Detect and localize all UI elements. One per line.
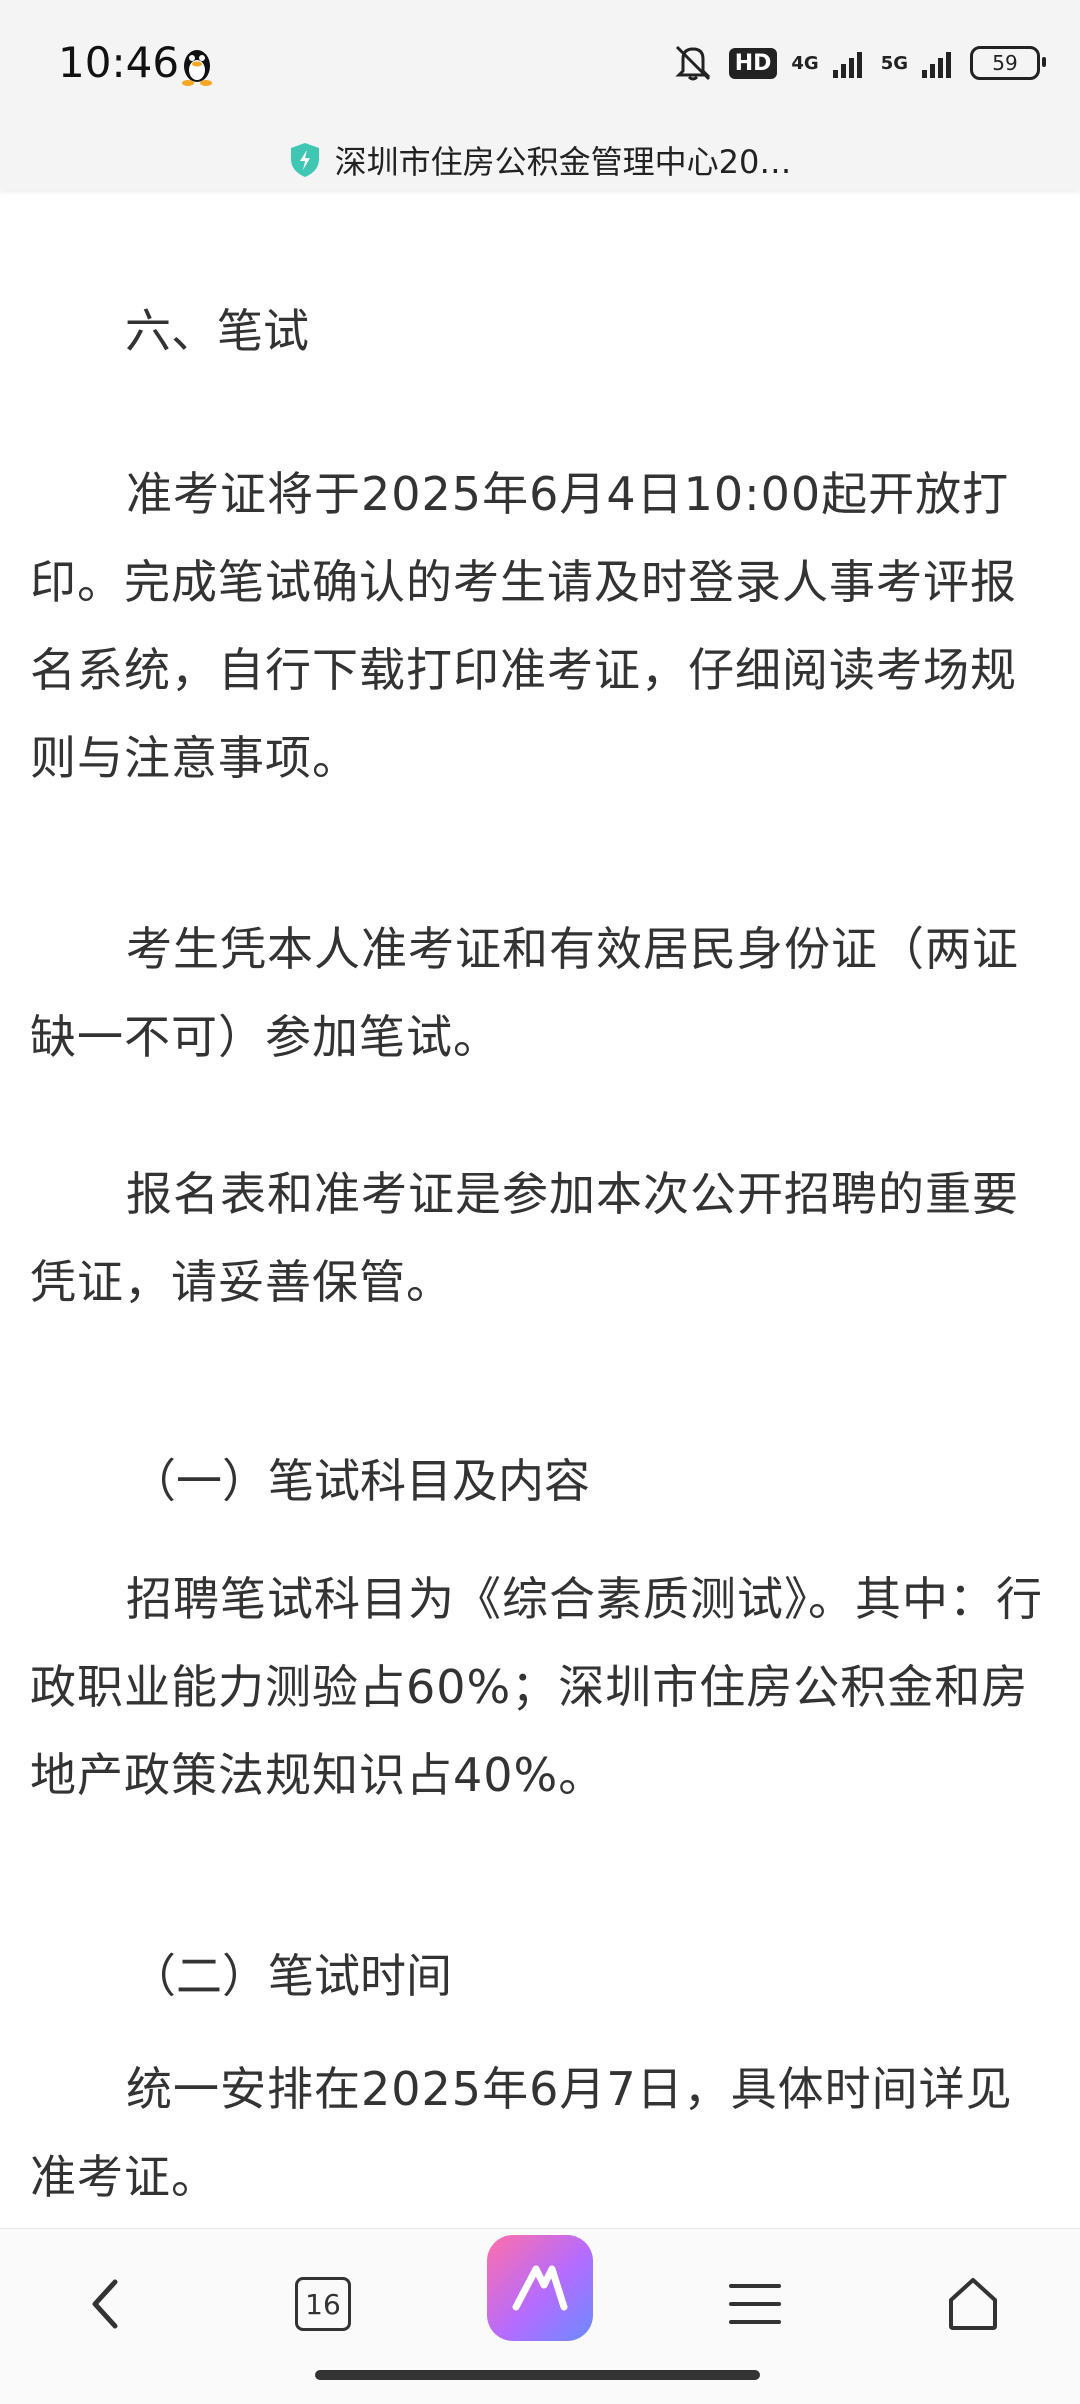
battery-level: 59 [992,51,1018,75]
status-indicators: HD 4G 5G 59 [671,40,1046,86]
qq-penguin-icon [182,50,212,86]
paragraph-exam-time: 统一安排在2025年6月7日，具体时间详见准考证。 [30,2062,1013,2204]
network-5g-label: 5G [880,52,908,74]
hd-voice-badge: HD [728,47,778,79]
assistant-app-button[interactable] [487,2235,593,2341]
paragraph-admission-ticket: 准考证将于2025年6月4日10:00起开放打印。完成笔试确认的考生请及时登录人… [30,467,1017,785]
site-title: 深圳市住房公积金管理中心20… [334,143,792,181]
back-button[interactable] [60,2259,150,2349]
network-4g-label: 4G [791,52,819,74]
subsection-time: （二）笔试时间 [130,1949,452,2003]
secure-shield-icon [290,143,319,177]
tabs-button[interactable]: 16 [278,2259,368,2349]
paragraph-id-requirement: 考生凭本人准考证和有效居民身份证（两证缺一不可）参加笔试。 [30,922,1019,1064]
mute-vibrate-icon [675,45,711,81]
site-title-bar[interactable]: 深圳市住房公积金管理中心20… [0,130,1080,190]
gesture-home-indicator[interactable] [315,2370,760,2380]
section-title: 六、笔试 [125,304,309,358]
status-bar: 10:46 HD 4G 5G 59 [0,0,1080,130]
tab-count: 16 [295,2277,351,2331]
paragraph-exam-subjects: 招聘笔试科目为《综合素质测试》。其中：行政职业能力测验占60%；深圳市住房公积金… [30,1572,1043,1802]
menu-button[interactable] [710,2259,800,2349]
chevron-left-icon [92,2279,118,2329]
battery-icon: 59 [970,46,1046,80]
subsection-subjects: （一）笔试科目及内容 [130,1454,590,1508]
status-time: 10:46 [58,38,180,87]
home-button[interactable] [928,2259,1018,2349]
paragraph-keep-documents: 报名表和准考证是参加本次公开招聘的重要凭证，请妥善保管。 [30,1167,1019,1309]
signal-strength-icon [832,52,862,78]
assistant-logo-icon [512,2265,568,2311]
home-icon [949,2278,997,2330]
hamburger-menu-icon [729,2284,781,2324]
article-content: 六、笔试 准考证将于2025年6月4日10:00起开放打印。完成笔试确认的考生请… [0,190,1080,2230]
signal-strength-icon-2 [922,52,951,78]
